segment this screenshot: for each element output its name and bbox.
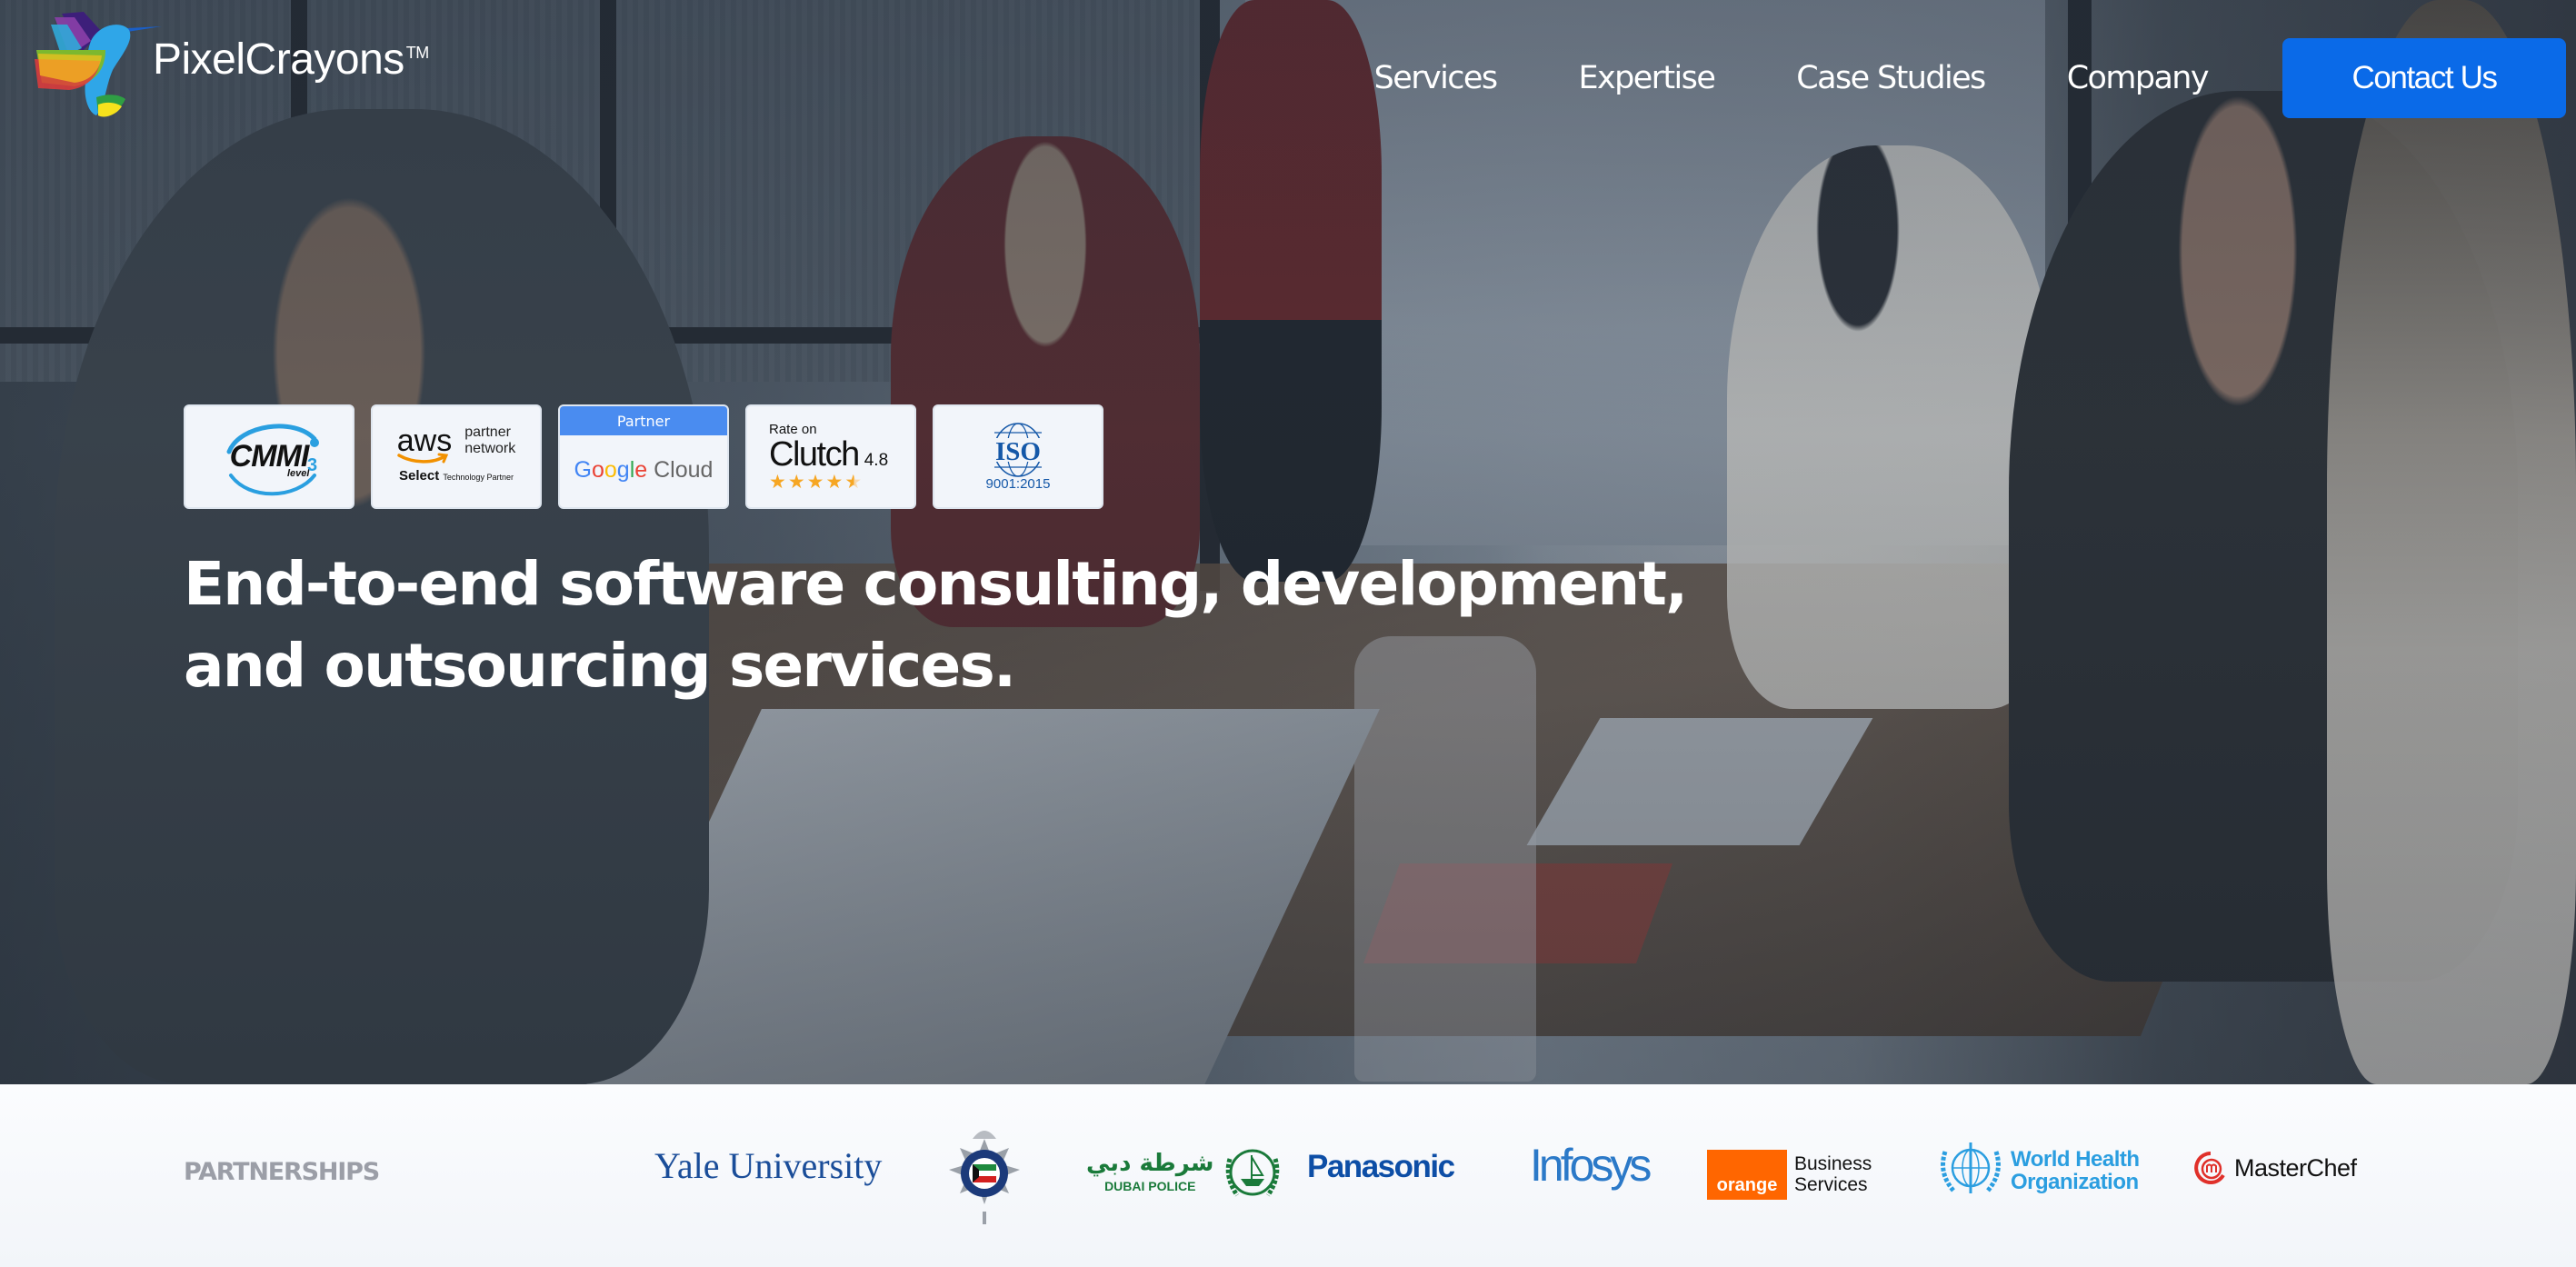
partner-logo-who: World Health Organization (1936, 1141, 2140, 1201)
clutch-logo: Clutch (769, 434, 860, 474)
clutch-rate-label: Rate on (769, 421, 817, 437)
badge-aws-partner[interactable]: aws partner network Select Technology Par… (371, 404, 542, 509)
hummingbird-logo-icon (35, 12, 162, 117)
aws-tier-label: Select Technology Partner (399, 467, 514, 484)
star-icon: ★ (769, 471, 786, 494)
certification-badges: CMMI level 3 aws partner network Select T… (184, 404, 1103, 509)
main-nav: Services Expertise Case Studies Company … (1374, 38, 2566, 118)
hero-headline: End-to-end software consulting, developm… (184, 549, 1688, 701)
aws-partner-network-label: partner network (464, 424, 516, 456)
partner-logo-panasonic: Panasonic (1307, 1149, 1455, 1184)
svg-text:ISO: ISO (995, 437, 1041, 466)
partner-logo-orange-business: orange Business Services (1707, 1150, 1872, 1200)
nav-item-services[interactable]: Services (1374, 60, 1498, 96)
star-icon: ★ (825, 471, 844, 494)
google-cloud-logo: Google Cloud (574, 457, 714, 483)
badge-cmmi[interactable]: CMMI level 3 (184, 404, 354, 509)
nav-item-company[interactable]: Company (2067, 60, 2210, 96)
dubai-police-arabic: شرطة دبي (1086, 1150, 1214, 1177)
iso-standard-label: 9001:2015 (985, 476, 1051, 492)
masterchef-label: MasterChef (2234, 1153, 2357, 1182)
brand-logo-link[interactable]: PixelCrayons TM (18, 5, 429, 121)
star-icon: ★ (806, 471, 824, 494)
who-label: World Health Organization (2011, 1146, 2140, 1194)
star-icon: ★ (787, 471, 805, 494)
who-emblem-icon (1941, 1142, 2001, 1193)
kuwait-police-emblem-icon (949, 1131, 1020, 1224)
half-star-icon: ★ (844, 471, 863, 494)
nav-item-expertise[interactable]: Expertise (1578, 60, 1715, 96)
partner-logo-infosys: Infosys (1530, 1140, 1652, 1191)
iso-globe-icon: ISO (985, 423, 1051, 477)
dubai-police-english: DUBAI POLICE (1104, 1179, 1196, 1193)
badge-google-cloud[interactable]: Partner Google Cloud (558, 404, 729, 509)
partner-logo-masterchef: MasterChef (2192, 1150, 2357, 1186)
badge-clutch[interactable]: Rate on Clutch 4.8 ★ ★ ★ ★ ★ (745, 404, 916, 509)
cmmi-level-number: 3 (307, 455, 318, 475)
partner-logo-yale: Yale University (654, 1145, 883, 1186)
aws-smile-icon (397, 453, 448, 464)
contact-us-button[interactable]: Contact Us (2282, 38, 2566, 118)
brand-name: PixelCrayons TM (153, 35, 429, 84)
dubai-police-emblem-icon (1226, 1149, 1280, 1197)
hero-overlay (0, 0, 2576, 1084)
orange-business-services-label: Business Services (1794, 1153, 1872, 1195)
clutch-star-rating: ★ ★ ★ ★ ★ (769, 473, 862, 492)
hero-section: PixelCrayons TM Services Expertise Case S… (0, 0, 2576, 1084)
partnerships-label: PARTNERSHIPS (184, 1158, 380, 1186)
clutch-score: 4.8 (864, 450, 889, 470)
nav-item-case-studies[interactable]: Case Studies (1796, 60, 1986, 96)
aws-logo: aws (397, 425, 452, 464)
badge-iso[interactable]: ISO 9001:2015 (933, 404, 1103, 509)
partner-logo-dubai-police: شرطة دبي DUBAI POLICE (1086, 1141, 1284, 1204)
cmmi-level-label: level (287, 468, 310, 479)
orange-logo-box: orange (1707, 1150, 1787, 1200)
google-partner-header: Partner (560, 406, 727, 435)
masterchef-emblem-icon (2194, 1152, 2225, 1184)
partner-logo-kuwait-police (936, 1122, 1033, 1228)
partnerships-section: PARTNERSHIPS Yale University شرطة دبي DU… (0, 1084, 2576, 1267)
